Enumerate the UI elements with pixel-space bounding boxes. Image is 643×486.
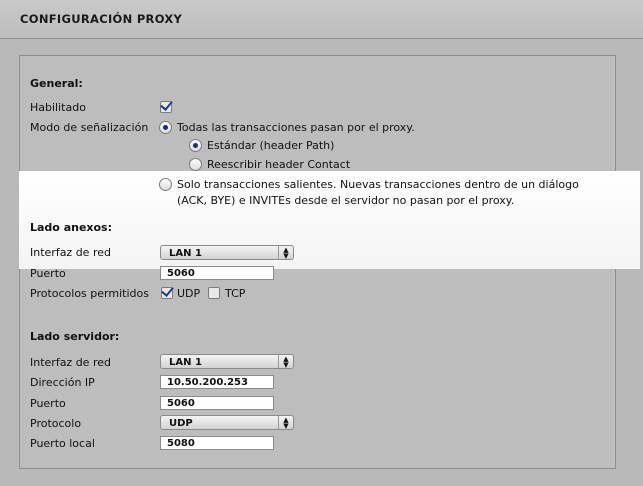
server-protocol-label: Protocolo (30, 417, 82, 430)
udp-label: UDP (177, 287, 201, 300)
server-ip-label: Dirección IP (30, 376, 95, 389)
mode-outgoing-label-line2: (ACK, BYE) e INVITEs desde el servidor n… (177, 194, 515, 207)
server-local-port-input[interactable]: 5080 (160, 436, 274, 450)
mode-outgoing-label-line1: Solo transacciones salientes. Nuevas tra… (177, 178, 579, 191)
sub-mode-standard-label: Estándar (header Path) (207, 139, 335, 152)
page-title: CONFIGURACIÓN PROXY (20, 12, 183, 26)
proxy-config-panel: General: Habilitado Modo de señalización… (19, 55, 640, 469)
sub-mode-rewrite-radio[interactable] (189, 158, 202, 171)
annexes-interface-label: Interfaz de red (30, 246, 111, 259)
annexes-heading: Lado anexos: (30, 221, 113, 234)
server-protocol-select[interactable]: UDP ▲ ▼ (160, 415, 294, 430)
server-ip-input[interactable]: 10.50.200.253 (160, 375, 274, 389)
general-heading: General: (30, 77, 83, 90)
server-port-label: Puerto (30, 397, 66, 410)
server-protocol-value: UDP (169, 418, 193, 429)
enabled-label: Habilitado (30, 101, 86, 114)
enabled-checkbox[interactable] (160, 101, 172, 113)
server-local-port-label: Puerto local (30, 437, 95, 450)
mode-all-label: Todas las transacciones pasan por el pro… (177, 121, 415, 134)
annexes-port-label: Puerto (30, 267, 66, 280)
mode-all-radio[interactable] (159, 121, 172, 134)
sub-mode-rewrite-label: Reescribir header Contact (207, 158, 351, 171)
server-interface-label: Interfaz de red (30, 356, 111, 369)
select-arrows-icon: ▲ ▼ (278, 246, 293, 259)
tcp-label: TCP (225, 287, 246, 300)
select-arrows-icon: ▲ ▼ (278, 355, 293, 368)
annexes-interface-select[interactable]: LAN 1 (10.50.200.25 ▲▼ (160, 245, 294, 260)
sub-mode-standard-radio[interactable] (189, 139, 202, 152)
server-heading: Lado servidor: (30, 330, 120, 343)
signaling-mode-label: Modo de señalización (30, 121, 149, 134)
annexes-protocols-label: Protocolos permitidos (30, 287, 149, 300)
select-arrows-icon: ▲ ▼ (278, 416, 293, 429)
annexes-port-input[interactable]: 5060 (160, 266, 274, 280)
server-interface-value: LAN 1 (10.50.200.25 (169, 357, 202, 368)
udp-checkbox[interactable] (161, 287, 173, 299)
page-header: CONFIGURACIÓN PROXY (0, 0, 643, 39)
annexes-interface-value: LAN 1 (10.50.200.25 (169, 248, 202, 259)
mode-outgoing-radio[interactable] (159, 178, 172, 191)
tcp-checkbox[interactable] (208, 287, 220, 299)
server-interface-select[interactable]: LAN 1 (10.50.200.25 ▲▼ (160, 354, 294, 369)
server-port-input[interactable]: 5060 (160, 396, 274, 410)
